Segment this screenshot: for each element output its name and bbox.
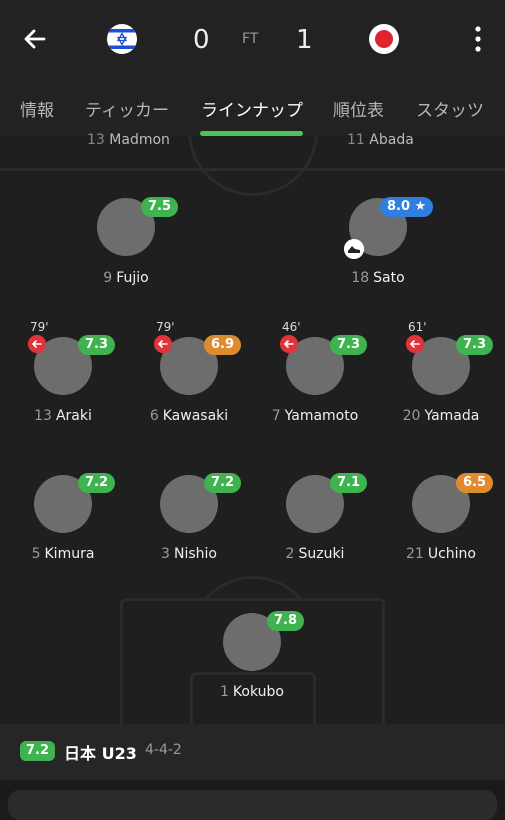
tab-standings[interactable]: 順位表	[333, 96, 384, 121]
more-options-icon[interactable]	[470, 24, 486, 54]
player-name: 21 Uchino	[406, 546, 476, 562]
rating-badge: 7.3	[330, 335, 368, 355]
back-arrow-icon[interactable]	[18, 22, 52, 56]
japan-flag-icon[interactable]	[369, 24, 399, 54]
tab-stats[interactable]: スタッツ	[416, 96, 484, 121]
rating-badge: 6.9	[204, 335, 242, 355]
tab-info[interactable]: 情報	[20, 96, 54, 121]
away-score: 1	[296, 25, 313, 55]
tab-lineup[interactable]: ラインナップ	[201, 96, 303, 121]
center-circle	[188, 136, 318, 196]
israel-flag-icon[interactable]	[107, 24, 137, 54]
team-name: 日本 U23	[64, 744, 137, 763]
tab-bar: 情報 ティッカー ラインナップ 順位表 スタッツ	[0, 82, 505, 136]
rating-badge: 7.2	[78, 473, 116, 493]
sub-time: 79'	[156, 320, 175, 334]
rating-badge: 8.0 ★	[380, 197, 434, 217]
sub-out-icon	[280, 335, 298, 353]
rating-badge: 7.2	[204, 473, 242, 493]
opponent-madmon[interactable]: 13 Madmon	[87, 132, 170, 148]
rating-badge: 7.1	[330, 473, 368, 493]
rating-badge: 7.5	[141, 197, 179, 217]
sub-out-icon	[154, 335, 172, 353]
player-name: 9 Fujio	[103, 270, 149, 286]
sub-out-icon	[406, 335, 424, 353]
sub-time: 79'	[30, 320, 49, 334]
rating-badge: 6.5	[456, 473, 494, 493]
team-rating-badge: 7.2	[20, 741, 56, 761]
player-name: 20 Yamada	[402, 408, 480, 424]
rating-badge: 7.3	[456, 335, 494, 355]
bottom-sheet-handle[interactable]	[8, 790, 497, 820]
tab-ticker[interactable]: ティッカー	[85, 96, 169, 121]
opponent-abada[interactable]: 11 Abada	[347, 132, 414, 148]
team-formation: 4-4-2	[145, 742, 182, 758]
sub-time: 61'	[408, 320, 427, 334]
match-status: FT	[242, 31, 259, 47]
team-summary-bar: 7.2 日本 U23 4-4-2	[0, 724, 505, 780]
player-name: 1 Kokubo	[220, 684, 284, 700]
rating-badge: 7.3	[78, 335, 116, 355]
sub-time: 46'	[282, 320, 301, 334]
rating-badge: 7.8	[267, 611, 305, 631]
goal-boot-icon	[344, 239, 364, 259]
player-name: 18 Sato	[351, 270, 405, 286]
sub-out-icon	[28, 335, 46, 353]
home-score: 0	[193, 25, 210, 55]
match-header: 0 FT 1	[0, 0, 505, 82]
